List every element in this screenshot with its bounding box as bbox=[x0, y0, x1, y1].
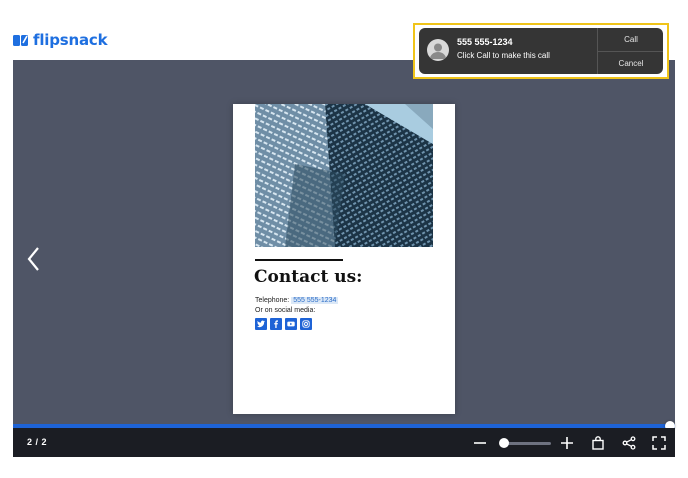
contact-avatar-icon bbox=[427, 39, 449, 61]
heading-divider bbox=[255, 259, 343, 261]
call-confirmation-dialog: 555 555-1234 Click Call to make this cal… bbox=[419, 28, 663, 74]
previous-page-arrow-icon[interactable] bbox=[23, 245, 45, 273]
youtube-icon[interactable] bbox=[285, 318, 297, 330]
twitter-icon[interactable] bbox=[255, 318, 267, 330]
zoom-slider[interactable] bbox=[503, 442, 551, 445]
viewer-toolbar: 2 / 2 bbox=[13, 428, 675, 457]
social-icons bbox=[255, 318, 312, 330]
facebook-icon[interactable] bbox=[270, 318, 282, 330]
contact-heading: Contact us: bbox=[254, 267, 363, 287]
call-instruction: Click Call to make this call bbox=[457, 51, 550, 60]
page-indicator: 2 / 2 bbox=[27, 437, 48, 447]
flipbook-page: Contact us: Telephone: 555 555-1234 Or o… bbox=[233, 104, 455, 414]
call-phone-number: 555 555-1234 bbox=[457, 37, 513, 47]
zoom-slider-handle[interactable] bbox=[499, 438, 509, 448]
telephone-link[interactable]: 555 555-1234 bbox=[291, 297, 339, 304]
zoom-out-icon[interactable] bbox=[471, 434, 489, 452]
call-button[interactable]: Call bbox=[598, 28, 663, 51]
building-photo bbox=[255, 104, 433, 247]
call-buttons: Call Cancel bbox=[597, 28, 663, 74]
share-icon[interactable] bbox=[620, 434, 638, 452]
social-label: Or on social media: bbox=[255, 307, 316, 314]
zoom-in-icon[interactable] bbox=[558, 434, 576, 452]
call-confirmation-highlight: 555 555-1234 Click Call to make this cal… bbox=[413, 23, 669, 79]
telephone-label: Telephone: bbox=[255, 297, 290, 304]
contact-details: Telephone: 555 555-1234 Or on social med… bbox=[255, 296, 339, 316]
instagram-icon[interactable] bbox=[300, 318, 312, 330]
cancel-button[interactable]: Cancel bbox=[598, 51, 663, 74]
flipbook-stage: Contact us: Telephone: 555 555-1234 Or o… bbox=[13, 60, 675, 424]
shopping-bag-icon[interactable] bbox=[589, 434, 607, 452]
logo-text: flipsnack bbox=[33, 31, 108, 49]
fullscreen-icon[interactable] bbox=[650, 434, 668, 452]
flipsnack-logo[interactable]: flipsnack bbox=[13, 30, 108, 50]
logo-mark-icon bbox=[13, 35, 28, 46]
